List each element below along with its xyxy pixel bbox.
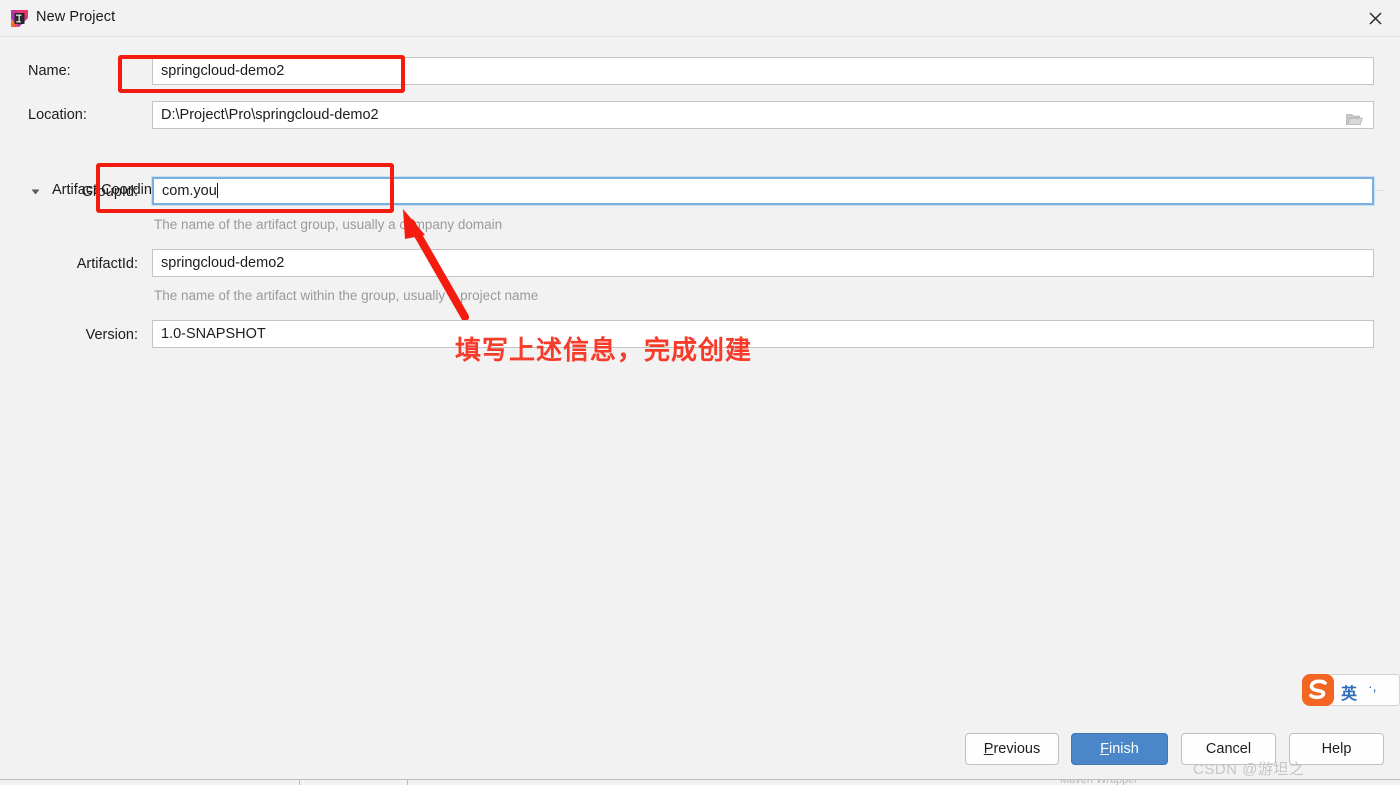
title-bar: New Project xyxy=(0,0,1400,37)
location-input[interactable]: D:\Project\Pro\springcloud-demo2 xyxy=(152,101,1374,129)
text-caret xyxy=(216,183,218,198)
dialog-button-bar: Previous Finish Cancel Help xyxy=(0,733,1400,773)
location-value: D:\Project\Pro\springcloud-demo2 xyxy=(161,107,379,123)
project-form: Name: springcloud-demo2 Location: D:\Pro… xyxy=(0,37,1400,727)
name-label: Name: xyxy=(28,63,71,79)
artifactid-input[interactable]: springcloud-demo2 xyxy=(152,249,1374,277)
finish-button-mnemonic: F xyxy=(1100,741,1110,757)
groupid-label: GroupId: xyxy=(81,184,138,200)
folder-icon[interactable] xyxy=(1346,109,1363,125)
window-title: New Project xyxy=(36,9,116,25)
previous-button[interactable]: Previous xyxy=(965,733,1059,765)
groupid-input[interactable]: com.you xyxy=(151,176,1375,206)
groupid-value: com.you xyxy=(162,183,217,199)
annotation-note: 填写上述信息，完成创建 xyxy=(455,335,753,365)
ime-punctuation-icon[interactable]: ·, xyxy=(1368,678,1377,694)
previous-button-label: revious xyxy=(993,741,1041,757)
groupid-hint: The name of the artifact group, usually … xyxy=(154,217,503,232)
sogou-logo-icon[interactable] xyxy=(1300,672,1336,708)
artifactid-label: ArtifactId: xyxy=(76,256,138,272)
close-icon[interactable] xyxy=(1350,0,1400,37)
finish-button[interactable]: Finish xyxy=(1071,733,1168,765)
location-label: Location: xyxy=(28,107,87,123)
finish-button-label: inish xyxy=(1109,741,1139,757)
intellij-idea-icon xyxy=(10,9,29,28)
new-project-dialog: New Project Name: springcloud-demo2 Loca… xyxy=(0,0,1400,785)
artifactid-hint: The name of the artifact within the grou… xyxy=(154,288,539,303)
csdn-watermark: CSDN @游坦之 xyxy=(1193,761,1305,778)
version-label: Version: xyxy=(85,327,138,343)
previous-button-mnemonic: P xyxy=(983,741,994,757)
ime-mode-label[interactable]: 英 xyxy=(1341,680,1357,704)
version-input[interactable]: 1.0-SNAPSHOT xyxy=(152,320,1374,348)
background-window-edge: Maven Wrapper xyxy=(0,779,1400,785)
background-window-text: Maven Wrapper xyxy=(1060,779,1139,785)
name-input[interactable]: springcloud-demo2 xyxy=(152,57,1374,85)
sogou-input-method-bar[interactable]: 英 ·, xyxy=(1300,670,1400,710)
